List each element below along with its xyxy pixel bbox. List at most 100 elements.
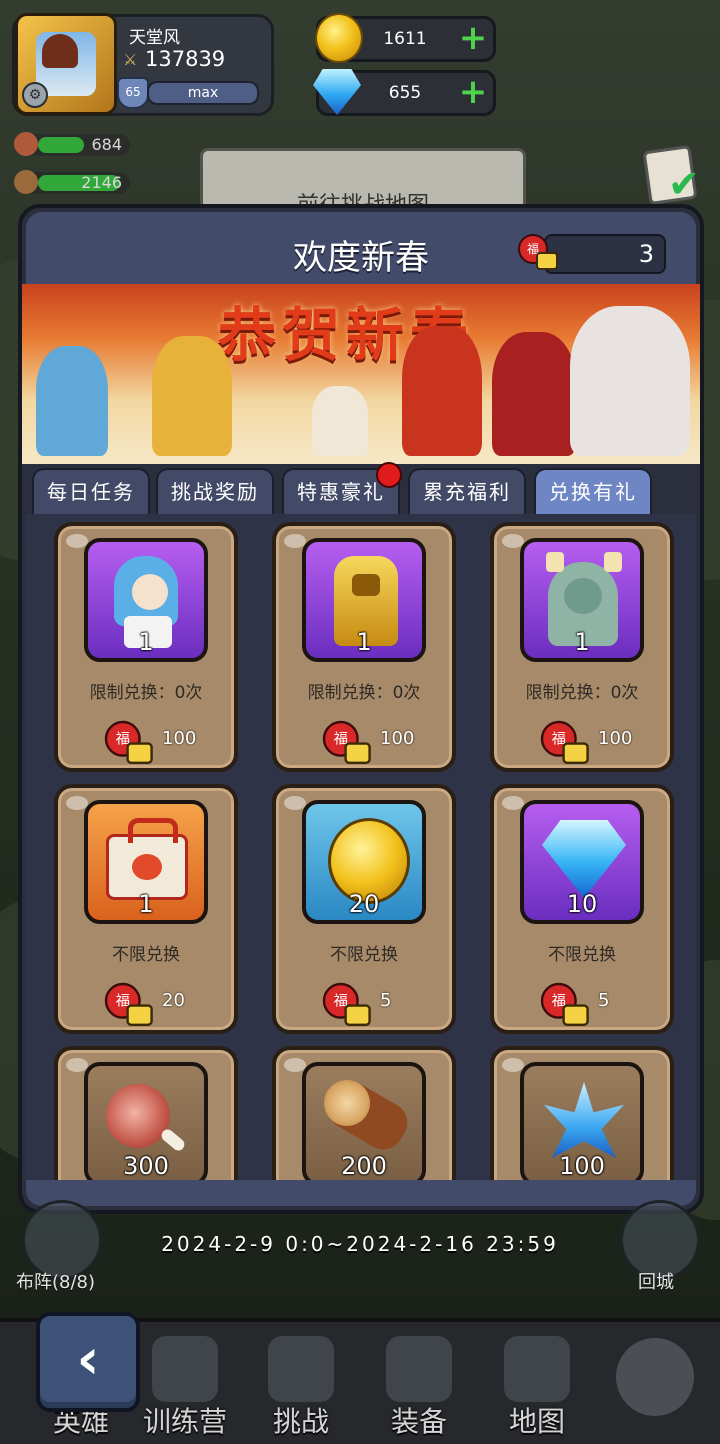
tab-recharge-rewards[interactable]: 累充福利	[408, 468, 526, 514]
lock-icon[interactable]	[616, 1338, 694, 1416]
back-button[interactable]: ‹	[36, 1312, 140, 1412]
training-icon	[152, 1336, 218, 1402]
cost-value: 100	[598, 728, 633, 749]
golden-knight-hero-portrait-icon: 1	[302, 538, 426, 662]
fu-token-icon	[322, 982, 371, 1026]
gem-counter: 655 +	[313, 69, 496, 116]
gem-value: 655	[388, 83, 422, 103]
map-icon	[504, 1336, 570, 1402]
power-sword-icon: ⚔	[123, 50, 138, 69]
add-gem-button[interactable]: +	[457, 75, 489, 109]
cost-value: 5	[380, 990, 392, 1011]
nurse-hero-portrait-icon: 1	[84, 538, 208, 662]
gift-box-icon: 1	[84, 800, 208, 924]
nav-label: 训练营	[142, 1405, 227, 1438]
exchange-limit: 不限兑换	[112, 945, 180, 965]
formation-label: 布阵(8/8)	[16, 1272, 96, 1293]
item-quantity: 20	[348, 890, 380, 918]
nav-label: 装备	[390, 1405, 447, 1438]
blue-gem-icon: 10	[520, 800, 644, 924]
fu-token-counter: 3	[518, 234, 666, 274]
tab-daily-tasks[interactable]: 每日任务	[32, 468, 150, 514]
task-complete-icon[interactable]: ✔	[640, 140, 704, 206]
cost-value: 100	[380, 728, 415, 749]
exchange-cost: 100	[276, 720, 452, 764]
item-quantity: 200	[341, 1152, 387, 1180]
fu-token-count: 3	[638, 240, 654, 268]
item-quantity: 300	[123, 1152, 169, 1180]
exchange-item-card[interactable]: 100	[490, 1046, 674, 1188]
fu-token-icon	[322, 720, 371, 764]
exchange-item-card[interactable]: 1 不限兑换 20	[54, 784, 238, 1034]
gold-coin-icon: 20	[302, 800, 426, 924]
wood-icon	[14, 170, 38, 194]
fu-token-icon	[104, 982, 153, 1026]
gold-value: 1611	[383, 29, 427, 49]
modal-header: 欢度新春 3	[26, 212, 696, 284]
nav-label: 地图	[508, 1405, 565, 1438]
level-shield-badge: 65	[117, 77, 149, 109]
exchange-item-card[interactable]: 1 限制兑换：0次 100	[54, 522, 238, 772]
modal-footer	[26, 1180, 696, 1206]
nav-training[interactable]: 训练营	[130, 1322, 240, 1440]
wood-value: 2146	[81, 173, 122, 192]
nav-equipment[interactable]: 装备	[364, 1322, 474, 1440]
item-quantity: 1	[138, 628, 154, 656]
exchange-limit: 不限兑换	[548, 945, 616, 965]
fu-token-icon	[540, 720, 589, 764]
armor-icon	[386, 1336, 452, 1402]
fu-token-icon	[104, 720, 153, 764]
exchange-grid[interactable]: 1 限制兑换：0次 100 1 限制兑换：0次 100	[26, 514, 696, 1188]
tab-challenge-rewards[interactable]: 挑战奖励	[156, 468, 274, 514]
meat-resource: 684	[14, 132, 130, 156]
crystal-icon: 100	[520, 1062, 644, 1186]
meat-icon	[14, 132, 38, 156]
meat-value: 684	[91, 135, 122, 154]
fu-token-icon	[518, 234, 558, 270]
player-power: 137839	[145, 47, 226, 71]
exchange-cost: 5	[276, 982, 452, 1026]
exp-bar: max	[147, 81, 259, 105]
sword-icon	[268, 1336, 334, 1402]
item-quantity: 1	[138, 890, 154, 918]
exchange-limit: 限制兑换：0次	[307, 683, 421, 703]
player-name: 天堂风	[129, 28, 180, 48]
return-city-label: 回城	[638, 1272, 674, 1293]
gold-counter: 1611 +	[315, 13, 496, 63]
event-date-range: 2024-2-9 0:0~2024-2-16 23:59	[161, 1232, 559, 1256]
item-quantity: 1	[356, 628, 372, 656]
tab-exchange[interactable]: 兑换有礼	[534, 468, 652, 514]
exchange-item-card[interactable]: 1 限制兑换：0次 100	[490, 522, 674, 772]
exchange-item-card[interactable]: 20 不限兑换 5	[272, 784, 456, 1034]
exchange-limit: 限制兑换：0次	[525, 683, 639, 703]
gold-coin-icon	[315, 13, 363, 63]
exchange-item-card[interactable]: 300	[54, 1046, 238, 1188]
item-quantity: 10	[566, 890, 598, 918]
nav-map[interactable]: 地图	[482, 1322, 592, 1440]
dragon-girl-hero-portrait-icon: 1	[520, 538, 644, 662]
item-quantity: 1	[574, 628, 590, 656]
exchange-item-card[interactable]: 200	[272, 1046, 456, 1188]
player-info-panel[interactable]: ⚙ 天堂风 ⚔ 137839 65 max	[12, 13, 274, 116]
event-tabs: 每日任务 挑战奖励 特惠豪礼 累充福利 兑换有礼	[26, 462, 696, 514]
wood-resource: 2146	[14, 170, 130, 194]
item-quantity: 100	[559, 1152, 605, 1180]
exchange-cost: 20	[58, 982, 234, 1026]
exchange-cost: 100	[58, 720, 234, 764]
fu-token-icon	[540, 982, 589, 1026]
exchange-item-card[interactable]: 10 不限兑换 5	[490, 784, 674, 1034]
exchange-item-card[interactable]: 1 限制兑换：0次 100	[272, 522, 456, 772]
settings-gear-icon[interactable]: ⚙	[22, 82, 48, 108]
player-avatar[interactable]: ⚙	[15, 13, 117, 115]
event-banner: 恭贺新春	[22, 284, 700, 464]
add-gold-button[interactable]: +	[457, 21, 489, 55]
nav-challenge[interactable]: 挑战	[246, 1322, 356, 1440]
nav-label: 挑战	[272, 1405, 329, 1438]
meat-icon: 300	[84, 1062, 208, 1186]
exchange-cost: 100	[494, 720, 670, 764]
spring-festival-event-modal: 欢度新春 3 恭贺新春 每日任务 挑战奖励 特惠豪礼 累充福利 兑换有礼 1	[18, 204, 704, 1214]
notification-dot	[376, 462, 402, 488]
cost-value: 20	[162, 990, 185, 1011]
exchange-limit: 不限兑换	[330, 945, 398, 965]
gem-icon	[313, 69, 361, 115]
